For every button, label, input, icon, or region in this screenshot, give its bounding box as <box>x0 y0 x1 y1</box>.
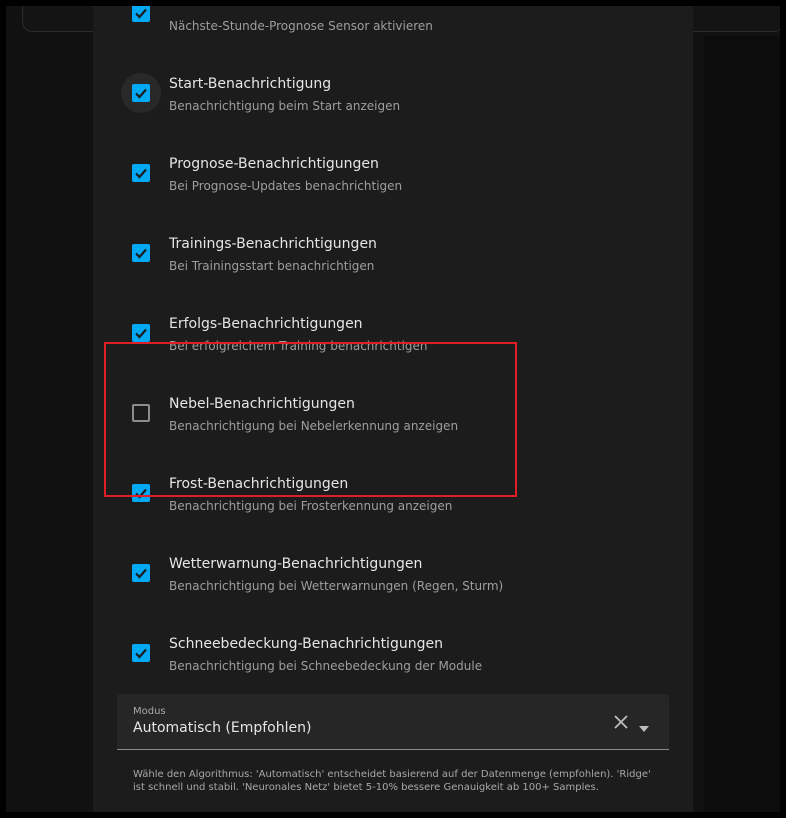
option-checkbox[interactable] <box>132 484 150 502</box>
checkmark-icon <box>135 648 147 659</box>
option-label: Schneebedeckung-Benachrichtigungen <box>169 636 443 652</box>
option-checkbox[interactable] <box>132 564 150 582</box>
app-frame: Nächste-Stunde-Prognose Sensor aktiviere… <box>6 6 780 812</box>
option-checkbox[interactable] <box>132 324 150 342</box>
options-dialog: Nächste-Stunde-Prognose Sensor aktiviere… <box>93 6 693 812</box>
option-label: Start-Benachrichtigung <box>169 76 332 92</box>
option-row[interactable]: Start-Benachrichtigung Benachrichtigung b… <box>93 21 693 113</box>
option-label: Nebel-Benachrichtigungen <box>169 396 355 412</box>
mode-select[interactable]: Modus Automatisch (Empfohlen) <box>117 694 669 750</box>
option-label: Wetterwarnung-Benachrichtigungen <box>169 556 423 572</box>
option-row[interactable]: Prognose-Benachrichtigungen Bei Prognose-… <box>93 101 693 193</box>
checkmark-icon <box>135 88 147 99</box>
option-checkbox[interactable] <box>132 404 150 422</box>
option-row[interactable]: Schneebedeckung-Benachrichtigungen Benach… <box>93 581 693 673</box>
option-description: Benachrichtigung bei Schneebedeckung der… <box>169 659 483 673</box>
mode-select-helper: Wähle den Algorithmus: 'Automatisch' ent… <box>133 769 651 793</box>
option-label: Prognose-Benachrichtigungen <box>169 156 379 172</box>
caret-down-icon[interactable] <box>638 718 650 732</box>
option-row[interactable]: Frost-Benachrichtigungen Benachrichtigung… <box>93 421 693 513</box>
option-row[interactable]: Nächste-Stunde-Prognose Sensor aktiviere… <box>93 6 693 33</box>
background-panel <box>704 36 780 812</box>
option-checkbox[interactable] <box>132 164 150 182</box>
option-checkbox[interactable] <box>132 6 150 22</box>
option-checkbox[interactable] <box>132 644 150 662</box>
checkmark-icon <box>135 488 147 499</box>
checkmark-icon <box>135 568 147 579</box>
option-row[interactable]: Nebel-Benachrichtigungen Benachrichtigung… <box>93 341 693 433</box>
checkmark-icon <box>135 248 147 259</box>
checkmark-icon <box>135 328 147 339</box>
mode-select-value: Automatisch (Empfohlen) <box>133 720 312 736</box>
option-label: Frost-Benachrichtigungen <box>169 476 349 492</box>
checkmark-icon <box>135 8 147 19</box>
option-row[interactable]: Erfolgs-Benachrichtigungen Bei erfolgreic… <box>93 261 693 353</box>
checkmark-icon <box>135 168 147 179</box>
option-row[interactable]: Wetterwarnung-Benachrichtigungen Benachri… <box>93 501 693 593</box>
close-icon[interactable] <box>613 714 629 730</box>
option-checkbox[interactable] <box>132 84 150 102</box>
option-checkbox[interactable] <box>132 244 150 262</box>
option-label: Erfolgs-Benachrichtigungen <box>169 316 363 332</box>
option-row[interactable]: Trainings-Benachrichtigungen Bei Training… <box>93 181 693 273</box>
option-label: Trainings-Benachrichtigungen <box>169 236 377 252</box>
mode-select-label: Modus <box>133 706 166 717</box>
